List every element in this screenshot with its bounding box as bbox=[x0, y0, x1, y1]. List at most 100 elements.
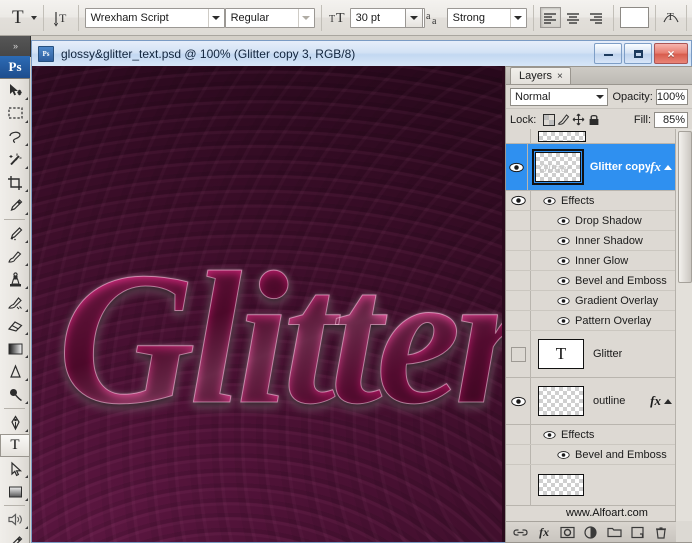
eraser-brush-tool[interactable] bbox=[0, 245, 30, 268]
effect-bevel-and-emboss[interactable]: Bevel and Emboss bbox=[506, 271, 676, 291]
delete-layer-button[interactable] bbox=[653, 524, 670, 540]
eye-icon[interactable] bbox=[557, 316, 570, 326]
layer-name-glitter[interactable]: Glitter bbox=[593, 348, 622, 360]
lock-transparent-pixels-icon[interactable] bbox=[541, 112, 556, 127]
type-tool-preset-picker[interactable]: T bbox=[0, 8, 37, 27]
layer-thumbnail-bottom[interactable] bbox=[538, 474, 584, 496]
blur-tool[interactable] bbox=[0, 360, 30, 383]
crop-tool[interactable] bbox=[0, 171, 30, 194]
layers-scrollbar[interactable] bbox=[675, 129, 692, 521]
eraser-tool[interactable] bbox=[0, 314, 30, 337]
effect-drop-shadow[interactable]: Drop Shadow bbox=[506, 211, 676, 231]
document-title-bar[interactable]: Ps glossy&glitter_text.psd @ 100% (Glitt… bbox=[31, 40, 692, 66]
effect-inner-glow[interactable]: Inner Glow bbox=[506, 251, 676, 271]
layer-row-glitter-copy[interactable]: Glitter Glitter copy... fx bbox=[506, 144, 676, 191]
add-layer-style-button[interactable]: fx bbox=[536, 524, 553, 540]
lock-position-icon[interactable] bbox=[571, 112, 586, 127]
font-size-combo[interactable]: 30 pt bbox=[350, 8, 425, 28]
effects-group-glitter-copy[interactable]: Effects bbox=[506, 191, 676, 211]
scrollbar-thumb[interactable] bbox=[678, 131, 692, 283]
eye-icon[interactable] bbox=[543, 196, 556, 206]
layer-name-glitter-copy[interactable]: Glitter copy... bbox=[590, 161, 650, 173]
clone-stamp-tool[interactable] bbox=[0, 268, 30, 291]
audio-annotation-tool[interactable] bbox=[0, 508, 30, 531]
eye-icon[interactable] bbox=[557, 450, 570, 460]
gradient-tool[interactable] bbox=[0, 337, 30, 360]
chevron-down-icon[interactable] bbox=[510, 9, 526, 27]
path-selection-tool[interactable] bbox=[0, 457, 30, 480]
dodge-tool[interactable] bbox=[0, 383, 30, 406]
layer-thumbnail-outline[interactable] bbox=[538, 386, 584, 416]
lasso-tool[interactable] bbox=[0, 125, 30, 148]
add-layer-mask-button[interactable] bbox=[559, 524, 576, 540]
visibility-toggle-outline[interactable] bbox=[506, 378, 531, 424]
minimize-button[interactable] bbox=[594, 43, 622, 64]
type-tool[interactable]: T bbox=[0, 434, 30, 457]
visibility-toggle-glitter[interactable] bbox=[506, 331, 531, 377]
layer-row-partial-top[interactable] bbox=[506, 129, 676, 144]
eye-icon[interactable] bbox=[557, 296, 570, 306]
layer-row-glitter[interactable]: T Glitter bbox=[506, 331, 676, 378]
eye-icon[interactable] bbox=[557, 236, 570, 246]
opacity-value[interactable]: 100% bbox=[656, 89, 688, 105]
fill-value[interactable]: 85% bbox=[654, 112, 688, 128]
rectangular-marquee-tool[interactable] bbox=[0, 102, 30, 125]
layer-fx-indicator[interactable]: fx bbox=[650, 159, 676, 175]
lock-image-pixels-icon[interactable] bbox=[556, 112, 571, 127]
lock-all-icon[interactable] bbox=[586, 112, 601, 127]
eye-icon[interactable] bbox=[557, 276, 570, 286]
move-tool[interactable] bbox=[0, 79, 30, 102]
layer-thumbnail-glitter-copy[interactable]: Glitter bbox=[535, 152, 581, 182]
layer-name-outline[interactable]: outline bbox=[593, 395, 625, 407]
layer-row-bottom-partial[interactable] bbox=[506, 465, 676, 506]
visibility-toggle[interactable] bbox=[506, 129, 531, 143]
chevron-down-icon[interactable] bbox=[31, 16, 37, 20]
options-bar: T T Wrexham Script Regular T T bbox=[0, 0, 692, 36]
expand-panels-tab[interactable]: » bbox=[0, 36, 31, 57]
eye-icon[interactable] bbox=[557, 256, 570, 266]
layer-fx-indicator-outline[interactable]: fx bbox=[650, 393, 676, 409]
text-color-swatch[interactable] bbox=[620, 7, 649, 28]
healing-patch-tool[interactable] bbox=[0, 222, 30, 245]
chevron-down-icon[interactable] bbox=[298, 9, 314, 27]
visibility-toggle-glitter-copy[interactable] bbox=[506, 144, 528, 190]
close-button[interactable]: × bbox=[654, 43, 688, 64]
eyedropper-tool[interactable] bbox=[0, 194, 30, 217]
magic-wand-tool[interactable] bbox=[0, 148, 30, 171]
link-layers-button[interactable] bbox=[512, 524, 529, 540]
font-family-combo[interactable]: Wrexham Script bbox=[85, 8, 225, 28]
chevron-down-icon[interactable] bbox=[208, 9, 224, 27]
layers-list[interactable]: Glitter Glitter copy... fx Effects Dr bbox=[506, 129, 676, 521]
maximize-button[interactable] bbox=[624, 43, 652, 64]
layer-thumbnail-glitter[interactable]: T bbox=[538, 339, 584, 369]
eye-icon[interactable] bbox=[543, 430, 556, 440]
font-style-combo[interactable]: Regular bbox=[225, 8, 315, 28]
align-center-icon[interactable] bbox=[563, 7, 584, 28]
visibility-off-icon[interactable] bbox=[511, 347, 526, 362]
history-brush-tool[interactable] bbox=[0, 291, 30, 314]
visibility-toggle-effects[interactable] bbox=[506, 191, 531, 210]
new-adjustment-layer-button[interactable] bbox=[582, 524, 599, 540]
eye-icon[interactable] bbox=[557, 216, 570, 226]
chevron-down-icon[interactable] bbox=[593, 95, 607, 99]
effect-pattern-overlay[interactable]: Pattern Overlay bbox=[506, 311, 676, 331]
effects-group-outline[interactable]: Effects bbox=[506, 425, 676, 445]
new-group-button[interactable] bbox=[606, 524, 623, 540]
effect-bevel-and-emboss-outline[interactable]: Bevel and Emboss bbox=[506, 445, 676, 465]
text-orientation-icon[interactable]: T bbox=[50, 7, 72, 29]
warp-text-icon[interactable]: T bbox=[662, 7, 680, 29]
tab-layers[interactable]: Layers × bbox=[510, 67, 571, 84]
new-layer-button[interactable] bbox=[629, 524, 646, 540]
effect-inner-shadow[interactable]: Inner Shadow bbox=[506, 231, 676, 251]
blend-mode-combo[interactable]: Normal bbox=[510, 88, 608, 106]
rectangle-shape-tool[interactable] bbox=[0, 480, 30, 503]
effect-gradient-overlay[interactable]: Gradient Overlay bbox=[506, 291, 676, 311]
pen-tool[interactable] bbox=[0, 411, 30, 434]
eyedropper-bottom-tool[interactable] bbox=[0, 531, 30, 543]
align-right-icon[interactable] bbox=[586, 7, 607, 28]
chevron-down-icon[interactable] bbox=[405, 8, 423, 28]
anti-alias-combo[interactable]: Strong bbox=[447, 8, 527, 28]
layer-row-outline[interactable]: outline fx bbox=[506, 378, 676, 425]
close-icon[interactable]: × bbox=[557, 71, 563, 82]
align-left-icon[interactable] bbox=[540, 7, 561, 28]
